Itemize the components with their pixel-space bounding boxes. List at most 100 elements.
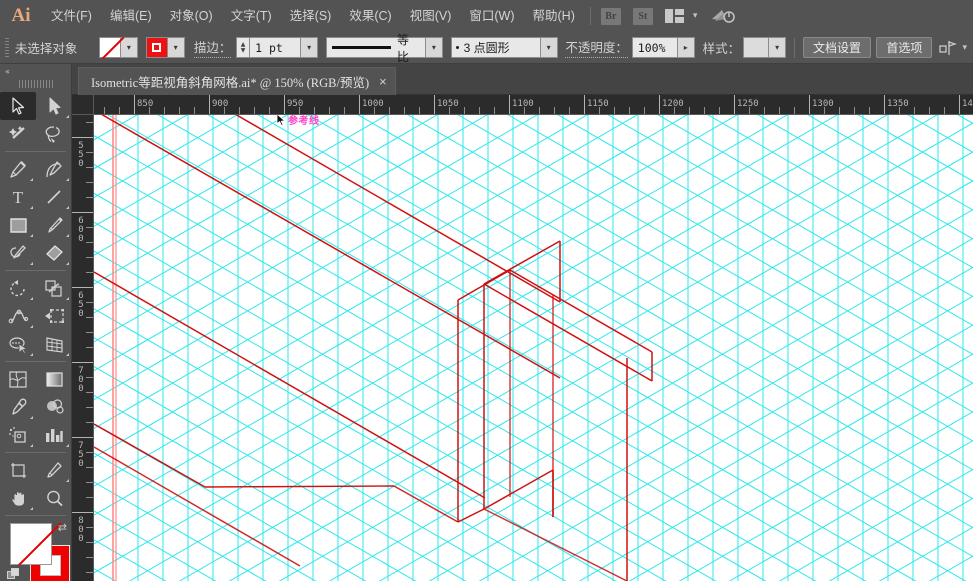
brush-definition-group[interactable]: 3 点圆形 ▾ (450, 37, 558, 58)
vertical-ruler[interactable]: 550 600 650 700 750 800 (72, 115, 94, 581)
tool-divider (5, 515, 66, 516)
zoom-tool[interactable] (36, 484, 72, 512)
symbol-sprayer-tool[interactable] (0, 421, 36, 449)
gradient-tool[interactable] (36, 365, 72, 393)
menu-window[interactable]: 窗口(W) (460, 0, 523, 32)
menu-file[interactable]: 文件(F) (42, 0, 101, 32)
tool-flyout-corner (66, 178, 69, 181)
stock-button[interactable]: St (632, 7, 653, 25)
paintbrush-tool[interactable] (36, 211, 72, 239)
ruler-label-h: 1100 (512, 99, 534, 109)
brush-definition-dropdown-icon[interactable]: ▾ (540, 37, 558, 58)
default-fill-stroke-icon[interactable] (7, 568, 21, 581)
tool-flyout-corner (66, 444, 69, 447)
hand-tool[interactable] (0, 484, 36, 512)
ruler-label-v: 550 (78, 141, 84, 169)
tool-flyout-corner (66, 115, 69, 118)
document-setup-button[interactable]: 文档设置 (802, 37, 871, 58)
document-tab-title: Isometric等距视角斜角网格.ai* @ 150% (RGB/预览) (91, 76, 370, 90)
chevron-down-icon[interactable]: ▾ (693, 11, 698, 21)
ruler-label-h: 850 (137, 99, 154, 109)
direct-selection-tool[interactable] (36, 92, 72, 120)
stroke-weight-value[interactable]: 1 pt (249, 37, 302, 58)
align-to-icon[interactable] (939, 40, 958, 56)
menu-view[interactable]: 视图(V) (401, 0, 461, 32)
menu-object[interactable]: 对象(O) (161, 0, 222, 32)
fill-dropdown-icon[interactable]: ▾ (120, 37, 138, 58)
tool-flyout-corner (66, 234, 69, 237)
swap-fill-stroke-icon[interactable]: ⇄ (58, 521, 67, 534)
line-segment-tool[interactable] (36, 183, 72, 211)
creative-cloud-icon[interactable] (710, 7, 736, 25)
stroke-weight-stepper[interactable]: ▲ ▼ (236, 37, 250, 58)
stroke-weight-label[interactable]: 描边： (193, 37, 232, 58)
tools-panel-grip[interactable] (18, 78, 53, 88)
style-group[interactable]: ▾ (743, 37, 787, 58)
tool-group-selection (0, 92, 71, 148)
stroke-weight-group[interactable]: ▲ ▼ 1 pt ▾ (236, 37, 319, 58)
type-tool[interactable]: T (0, 183, 36, 211)
mesh-tool[interactable] (0, 365, 36, 393)
shaper-tool[interactable] (0, 239, 36, 267)
document-tab[interactable]: Isometric等距视角斜角网格.ai* @ 150% (RGB/预览) × (78, 67, 396, 95)
fill-swatch[interactable] (98, 37, 121, 58)
stroke-profile-label: 等比 (396, 32, 409, 64)
lasso-tool[interactable] (36, 120, 72, 148)
app-logo: Ai (11, 5, 31, 26)
brush-definition-preview[interactable]: 3 点圆形 (450, 37, 541, 58)
stroke-swatch[interactable] (145, 37, 168, 58)
stroke-weight-dropdown-icon[interactable]: ▾ (301, 37, 319, 58)
horizontal-ruler[interactable]: 850 900 950 1000 1050 1100 1150 1200 1250 1300 135… (94, 95, 973, 115)
stroke-profile-group[interactable]: 等比 ▾ (325, 33, 443, 64)
shape-builder-tool[interactable] (0, 330, 36, 358)
control-bar-grip[interactable] (5, 37, 9, 58)
eyedropper-tool[interactable] (0, 393, 36, 421)
artwork-layer[interactable] (94, 115, 973, 581)
menu-type[interactable]: 文字(T) (222, 0, 281, 32)
column-graph-tool[interactable] (36, 421, 72, 449)
opacity-value[interactable]: 100% (631, 37, 678, 58)
perspective-grid-tool[interactable] (36, 330, 72, 358)
tool-flyout-corner (30, 178, 33, 181)
tool-flyout-corner (30, 297, 33, 300)
ruler-label-h: 1050 (437, 99, 459, 109)
ruler-label-h: 1300 (812, 99, 834, 109)
width-tool[interactable] (0, 302, 36, 330)
collapse-panel-icon[interactable]: « (0, 64, 71, 78)
preferences-button[interactable]: 首选项 (876, 37, 933, 58)
artboard-canvas[interactable]: 参考线 (94, 115, 973, 581)
stroke-swatch-group[interactable]: ▾ (145, 37, 185, 58)
style-dropdown-icon[interactable]: ▾ (769, 37, 787, 58)
fill-color-swatch[interactable] (10, 523, 52, 565)
free-transform-tool[interactable] (36, 302, 72, 330)
opacity-label[interactable]: 不透明度： (565, 37, 628, 58)
menu-effect[interactable]: 效果(C) (340, 0, 400, 32)
menu-edit[interactable]: 编辑(E) (101, 0, 161, 32)
tool-flyout-corner (30, 206, 33, 209)
align-chevron-down-icon[interactable]: ▾ (962, 43, 967, 53)
selection-tool[interactable] (0, 92, 36, 120)
rotate-tool[interactable] (0, 274, 36, 302)
artboard-tool[interactable] (0, 456, 36, 484)
pen-tool[interactable] (0, 155, 36, 183)
opacity-group[interactable]: 100% ▸ (631, 37, 695, 58)
menu-help[interactable]: 帮助(H) (524, 0, 584, 32)
menu-select[interactable]: 选择(S) (281, 0, 341, 32)
style-swatch[interactable] (743, 37, 770, 58)
stroke-profile-preview[interactable]: 等比 (325, 33, 426, 64)
scale-tool[interactable] (36, 274, 72, 302)
bridge-button[interactable]: Br (600, 7, 621, 25)
curvature-tool[interactable] (36, 155, 72, 183)
rectangle-tool[interactable] (0, 211, 36, 239)
ruler-corner[interactable] (72, 95, 94, 115)
blend-tool[interactable] (36, 393, 72, 421)
arrange-documents-icon[interactable] (664, 9, 684, 23)
stroke-profile-dropdown-icon[interactable]: ▾ (425, 37, 443, 58)
magic-wand-tool[interactable] (0, 120, 36, 148)
fill-swatch-group[interactable]: ▾ (98, 37, 138, 58)
slice-tool[interactable] (36, 456, 72, 484)
close-icon[interactable]: × (379, 75, 387, 88)
eraser-tool[interactable] (36, 239, 72, 267)
stroke-dropdown-icon[interactable]: ▾ (167, 37, 185, 58)
opacity-dropdown-icon[interactable]: ▸ (677, 37, 695, 58)
